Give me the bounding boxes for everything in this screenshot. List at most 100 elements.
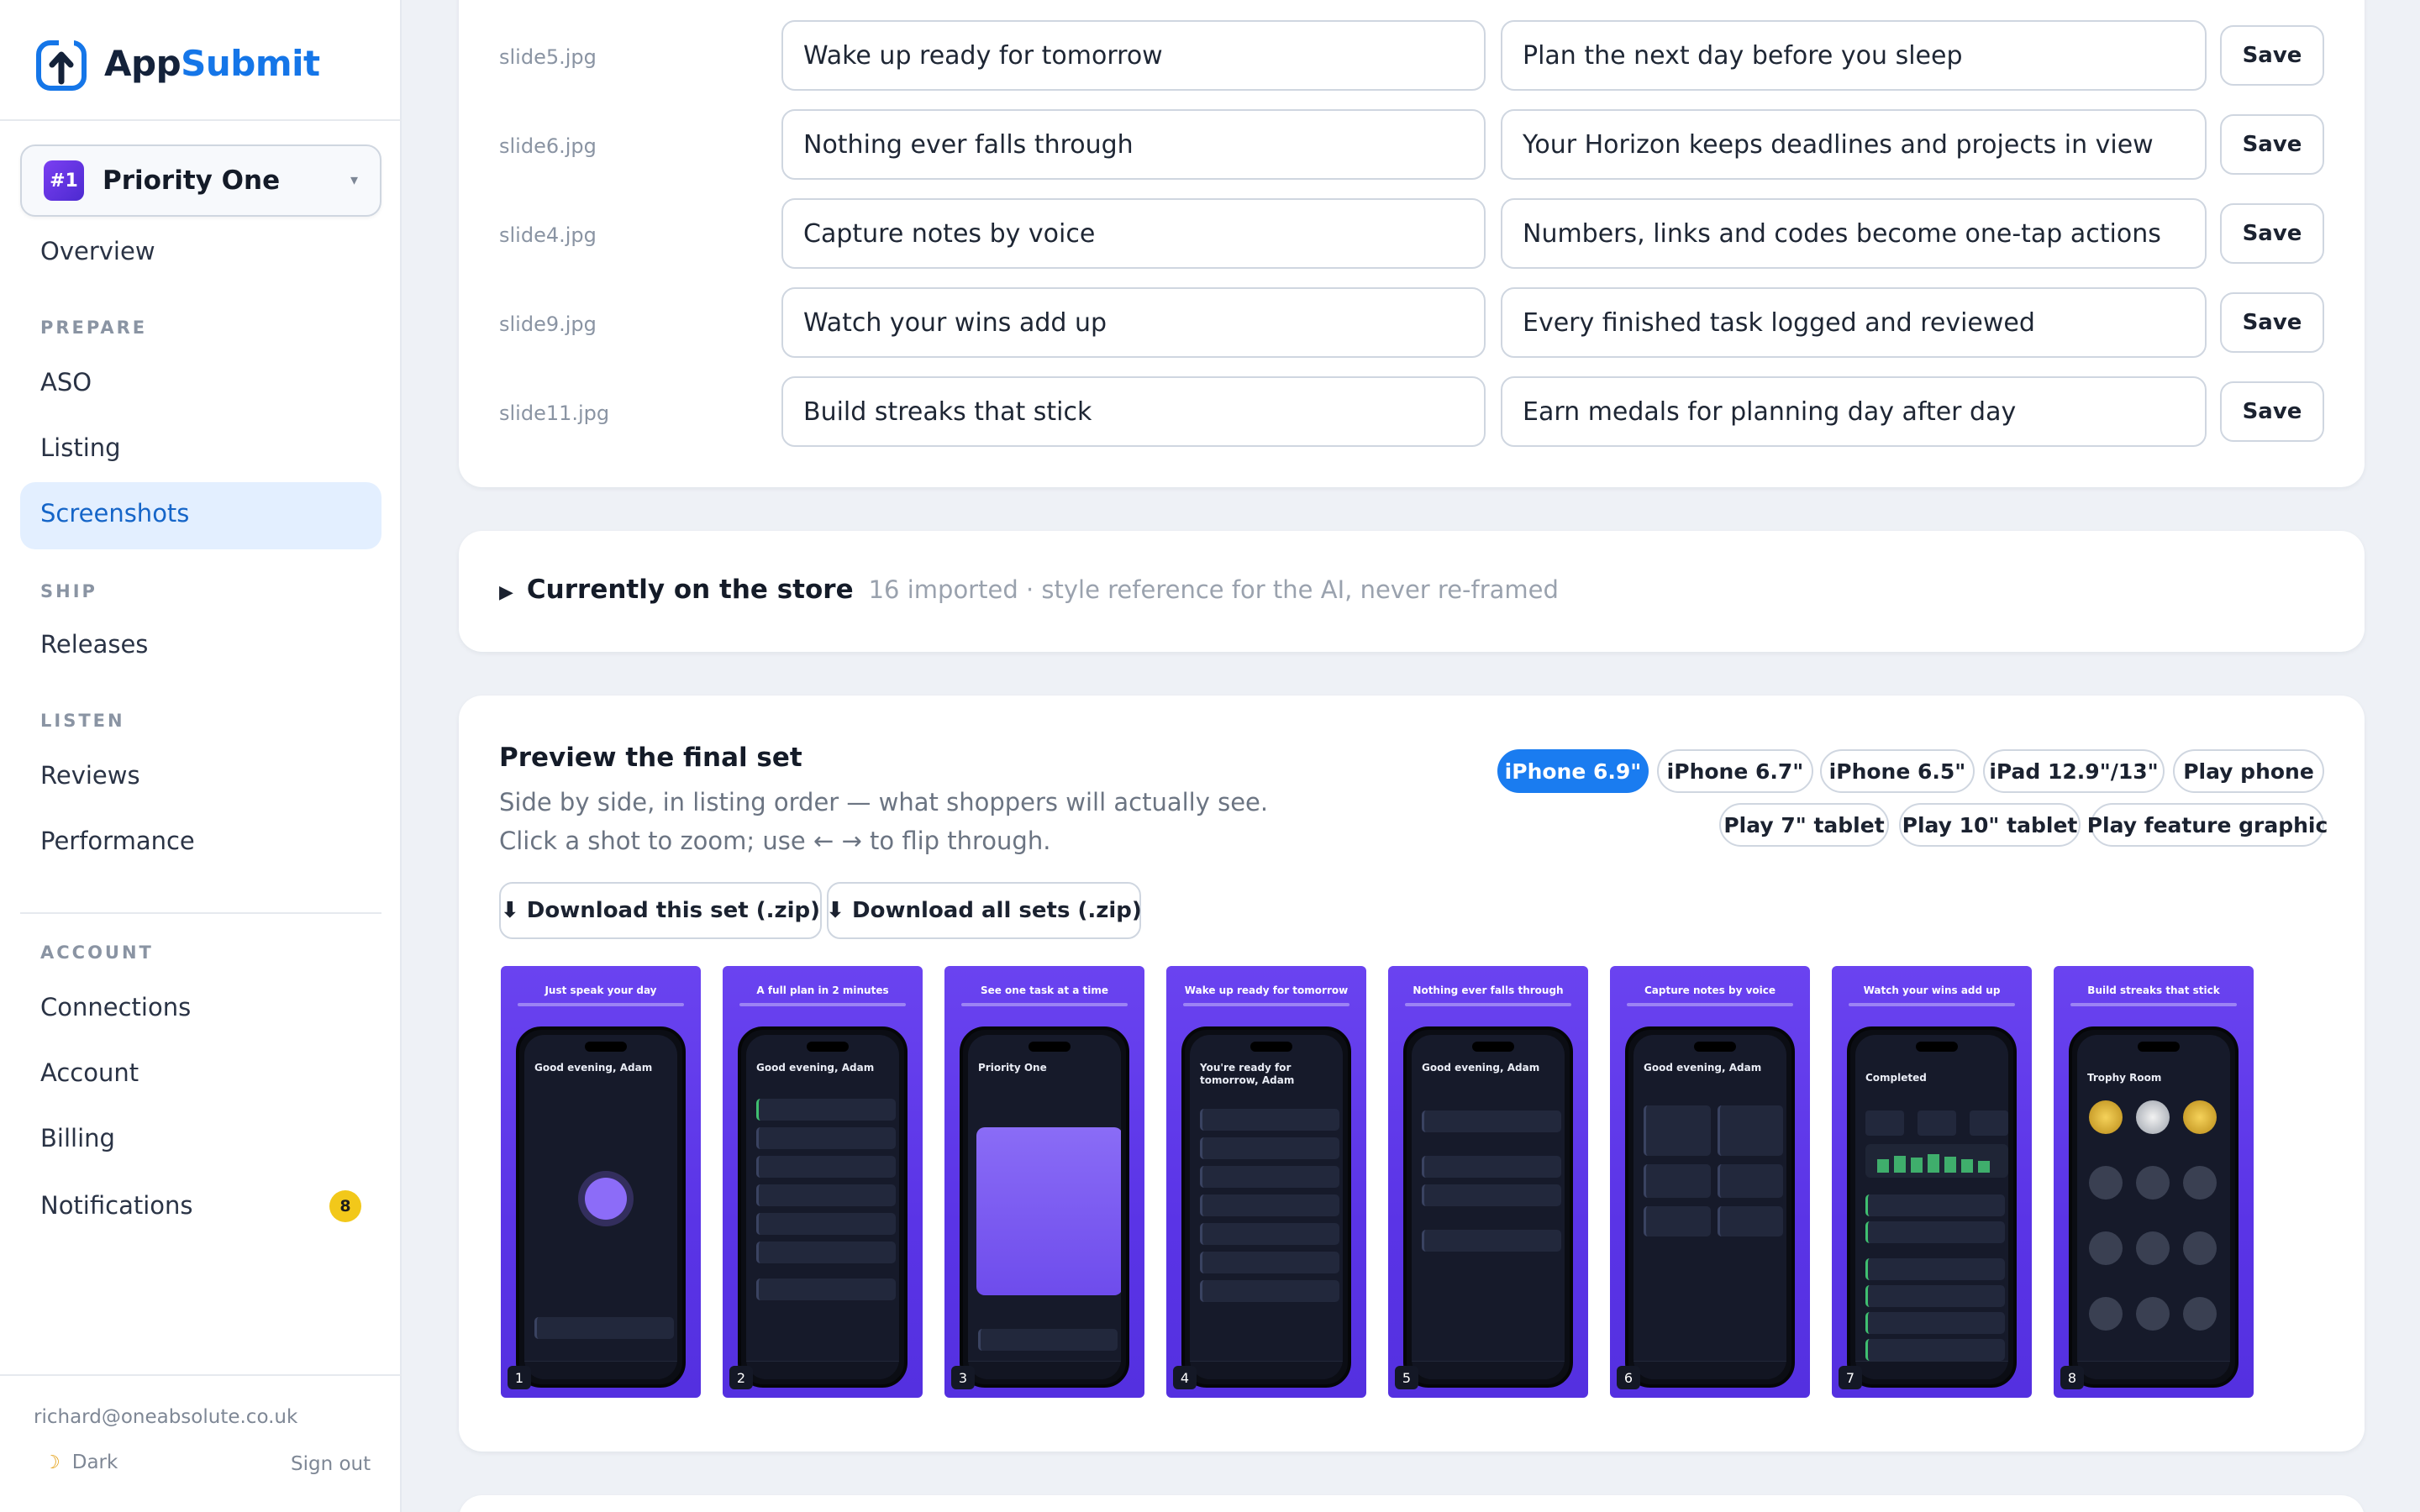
store-reference-card: ▶ Currently on the store 16 imported · s… <box>459 531 2365 652</box>
screen-row <box>1422 1230 1561 1252</box>
headline-input[interactable]: Build streaks that stick <box>781 376 1486 447</box>
headline-input[interactable]: Capture notes by voice <box>781 198 1486 269</box>
phone-notch <box>807 1042 849 1052</box>
store-reference-toggle[interactable]: ▶ Currently on the store 16 imported · s… <box>499 575 1559 605</box>
headline-input[interactable]: Wake up ready for tomorrow <box>781 20 1486 91</box>
nav-listing[interactable]: Listing <box>40 433 121 462</box>
screen-row <box>756 1278 896 1300</box>
subtitle-input[interactable]: Numbers, links and codes become one-tap … <box>1501 198 2207 269</box>
screen-tile <box>1644 1105 1711 1156</box>
shot-headline: Just speak your day <box>544 984 657 996</box>
subtitle-input[interactable]: Your Horizon keeps deadlines and project… <box>1501 109 2207 180</box>
device-chip-play-7-tablet[interactable]: Play 7" tablet <box>1719 803 1889 847</box>
nav-reviews[interactable]: Reviews <box>40 761 140 790</box>
shot-subline <box>1183 1003 1349 1006</box>
shot-headline: Nothing ever falls through <box>1413 984 1564 996</box>
nav-account[interactable]: Account <box>40 1058 139 1087</box>
nav-overview[interactable]: Overview <box>40 237 155 265</box>
screen-row <box>1200 1109 1339 1131</box>
device-chip-iphone-69[interactable]: iPhone 6.9" <box>1497 749 1649 793</box>
headline-input[interactable]: Nothing ever falls through <box>781 109 1486 180</box>
screen-tile <box>1644 1164 1711 1198</box>
subtitle-input[interactable]: Earn medals for planning day after day <box>1501 376 2207 447</box>
nav-connections[interactable]: Connections <box>40 993 191 1021</box>
screen-row <box>756 1127 896 1149</box>
screenshot-thumbnail[interactable]: Wake up ready for tomorrow You're ready … <box>1166 966 1366 1398</box>
device-chip-ipad[interactable]: iPad 12.9"/13" <box>1983 749 2165 793</box>
nav-billing[interactable]: Billing <box>40 1124 115 1152</box>
app-picker[interactable]: #1 Priority One ▾ <box>20 144 381 217</box>
save-button[interactable]: Save <box>2220 292 2324 353</box>
screen-title: You're ready for tomorrow, Adam <box>1200 1062 1295 1086</box>
device-chip-play-10-tablet[interactable]: Play 10" tablet <box>1899 803 2081 847</box>
phone-frame: You're ready for tomorrow, Adam <box>1181 1026 1351 1388</box>
headline-input[interactable]: Watch your wins add up <box>781 287 1486 358</box>
user-email: richard@oneabsolute.co.uk <box>34 1406 298 1428</box>
save-button[interactable]: Save <box>2220 381 2324 442</box>
device-chip-iphone-65[interactable]: iPhone 6.5" <box>1820 749 1975 793</box>
screen-row <box>1865 1258 2005 1280</box>
divider <box>0 119 402 121</box>
screenshot-thumbnail[interactable]: Capture notes by voice Good evening, Ada… <box>1610 966 1810 1398</box>
screen-row <box>1200 1137 1339 1159</box>
sidebar: AppSubmit #1 Priority One ▾ Overview PRE… <box>0 0 402 1512</box>
nav-notifications[interactable]: Notifications <box>40 1191 193 1220</box>
screen-row <box>1200 1166 1339 1188</box>
shot-number: 5 <box>1395 1366 1418 1389</box>
nav-releases[interactable]: Releases <box>40 630 148 659</box>
slide-captions-card: slide5.jpg Wake up ready for tomorrow Pl… <box>459 0 2365 487</box>
screen-tile <box>1718 1206 1783 1236</box>
silver-medal-icon <box>2136 1100 2170 1134</box>
upload-arrow-icon <box>34 34 91 92</box>
screen-row <box>1865 1285 2005 1307</box>
subtitle-input[interactable]: Plan the next day before you sleep <box>1501 20 2207 91</box>
save-button[interactable]: Save <box>2220 114 2324 175</box>
screen-title: Good evening, Adam <box>1422 1062 1540 1074</box>
screenshot-thumbnail[interactable]: Nothing ever falls through Good evening,… <box>1388 966 1588 1398</box>
phone-frame: Good evening, Adam <box>1403 1026 1573 1388</box>
divider <box>0 1374 402 1376</box>
device-chip-play-feature-graphic[interactable]: Play feature graphic <box>2087 803 2328 847</box>
slide-row: slide5.jpg Wake up ready for tomorrow Pl… <box>459 20 2365 91</box>
save-button[interactable]: Save <box>2220 25 2324 86</box>
wins-chart <box>1865 1144 2008 1178</box>
nav-aso[interactable]: ASO <box>40 368 92 396</box>
screenshot-thumbnail[interactable]: Watch your wins add up Completed 7 <box>1832 966 2032 1398</box>
focus-task-card <box>976 1127 1121 1295</box>
device-chip-iphone-67[interactable]: iPhone 6.7" <box>1657 749 1813 793</box>
nav-section-listen: LISTEN <box>40 711 125 731</box>
shot-number: 6 <box>1617 1366 1640 1389</box>
screenshot-thumbnail[interactable]: See one task at a time Priority One 3 <box>944 966 1144 1398</box>
screen-row <box>756 1242 896 1263</box>
save-button[interactable]: Save <box>2220 203 2324 264</box>
app-name: Priority One <box>103 165 281 196</box>
phone-notch <box>1028 1042 1071 1052</box>
phone-notch <box>1472 1042 1514 1052</box>
screen-title: Trophy Room <box>2087 1072 2162 1084</box>
screen-tabbar <box>968 1361 1121 1379</box>
locked-medal-icon <box>2089 1166 2123 1200</box>
preview-card: Preview the final set Side by side, in l… <box>459 696 2365 1452</box>
shot-subline <box>1405 1003 1571 1006</box>
phone-frame: Good evening, Adam <box>1625 1026 1795 1388</box>
phone-screen: Good evening, Adam <box>1412 1035 1565 1379</box>
download-all-button[interactable]: ⬇ Download all sets (.zip) <box>826 882 1142 939</box>
phone-notch <box>2138 1042 2180 1052</box>
device-chip-play-phone[interactable]: Play phone <box>2173 749 2324 793</box>
screenshot-thumbnail[interactable]: Just speak your day Good evening, Adam 1 <box>501 966 701 1398</box>
screen-title: Good evening, Adam <box>1644 1062 1762 1074</box>
screen-row <box>1200 1280 1339 1302</box>
theme-toggle[interactable]: ☽ Dark <box>44 1452 118 1473</box>
screen-title: Good evening, Adam <box>534 1062 653 1074</box>
download-set-button[interactable]: ⬇ Download this set (.zip) <box>499 882 822 939</box>
locked-medal-icon <box>2136 1231 2170 1265</box>
nav-performance[interactable]: Performance <box>40 827 195 855</box>
subtitle-input[interactable]: Every finished task logged and reviewed <box>1501 287 2207 358</box>
app-logo[interactable]: AppSubmit <box>34 34 320 92</box>
screen-row <box>1200 1194 1339 1216</box>
screenshot-thumbnail[interactable]: Build streaks that stick Trophy Room 8 <box>2054 966 2254 1398</box>
shot-number: 1 <box>508 1366 531 1389</box>
sign-out-link[interactable]: Sign out <box>291 1453 371 1475</box>
screenshot-thumbnail[interactable]: A full plan in 2 minutes Good evening, A… <box>723 966 923 1398</box>
nav-screenshots[interactable]: Screenshots <box>40 499 189 528</box>
